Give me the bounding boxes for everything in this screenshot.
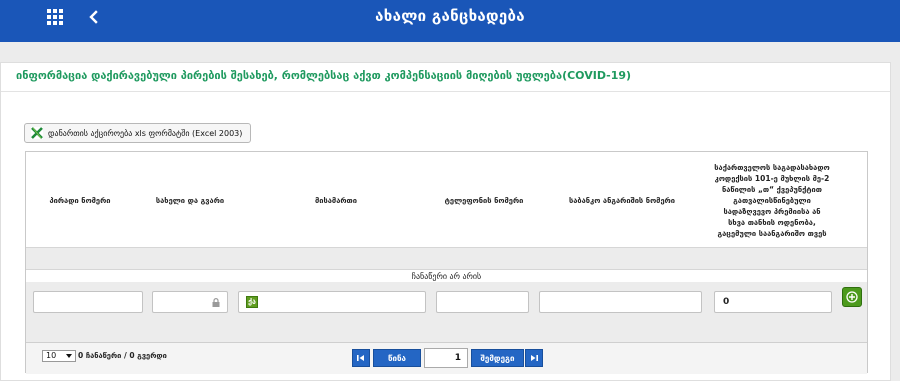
col-header-phone[interactable]: ტელეფონის ნომერი [434, 152, 534, 248]
top-bar: ახალი განცხადება [0, 0, 900, 42]
pagination-bar: 10 0 ჩანაწერი / 0 გვერდი წინა 1 შემდეგი [26, 342, 867, 374]
last-page-button[interactable] [525, 349, 543, 367]
lock-icon [212, 298, 220, 307]
export-label: დანართის აქციროება xls ფორმატში (Excel 2… [48, 128, 243, 138]
empty-message: ჩანაწერი არ არის [411, 272, 482, 281]
plus-circle-icon [846, 291, 858, 303]
col-header-address[interactable]: მისამართი [238, 152, 434, 248]
premium-amount-input[interactable]: 0 [714, 291, 832, 313]
table-filter-row [26, 248, 867, 270]
personal-id-input[interactable] [33, 291, 143, 313]
full-name-input[interactable] [152, 291, 228, 313]
panel-title: ინფორმაცია დაქირავებული პირების შესახებ,… [16, 69, 632, 82]
col-header-personal-id[interactable]: პირადი ნომერი [26, 152, 134, 248]
new-entry-row: ქა 0 [26, 282, 867, 342]
phone-input[interactable] [436, 291, 529, 313]
col-header-bank-account[interactable]: საბანკო ანგარიშის ნომერი [536, 152, 708, 248]
table-header: პირადი ნომერი სახელი და გვარი მისამართი … [26, 152, 867, 248]
next-page-button[interactable]: შემდეგი [471, 349, 524, 367]
first-page-button[interactable] [352, 349, 370, 367]
record-count-info: 0 ჩანაწერი / 0 გვერდი [78, 351, 167, 360]
page-size-value: 10 [46, 351, 57, 360]
form-panel: ინფორმაცია დაქირავებული პირების შესახებ,… [0, 62, 891, 381]
add-row-button[interactable] [842, 287, 862, 307]
export-xls-button[interactable]: დანართის აქციროება xls ფორმატში (Excel 2… [24, 123, 252, 143]
col-header-premium-amount[interactable]: საქართველოს საგადასახადო კოდექსის 101-ე … [710, 152, 834, 248]
chevron-down-icon [66, 354, 72, 358]
last-page-icon [531, 355, 538, 361]
divider [1, 91, 890, 92]
address-input[interactable]: ქა [238, 291, 426, 313]
prev-page-button[interactable]: წინა [373, 349, 421, 367]
col-header-full-name[interactable]: სახელი და გვარი [141, 152, 239, 248]
employees-table: პირადი ნომერი სახელი და გვარი მისამართი … [25, 151, 868, 374]
address-lookup-icon[interactable]: ქა [246, 296, 258, 308]
excel-icon [31, 127, 43, 139]
page-title: ახალი განცხადება [375, 7, 525, 25]
page-number-input[interactable]: 1 [424, 348, 468, 368]
page-size-select[interactable]: 10 [42, 350, 76, 362]
first-page-icon [357, 355, 364, 361]
bank-account-input[interactable] [539, 291, 702, 313]
